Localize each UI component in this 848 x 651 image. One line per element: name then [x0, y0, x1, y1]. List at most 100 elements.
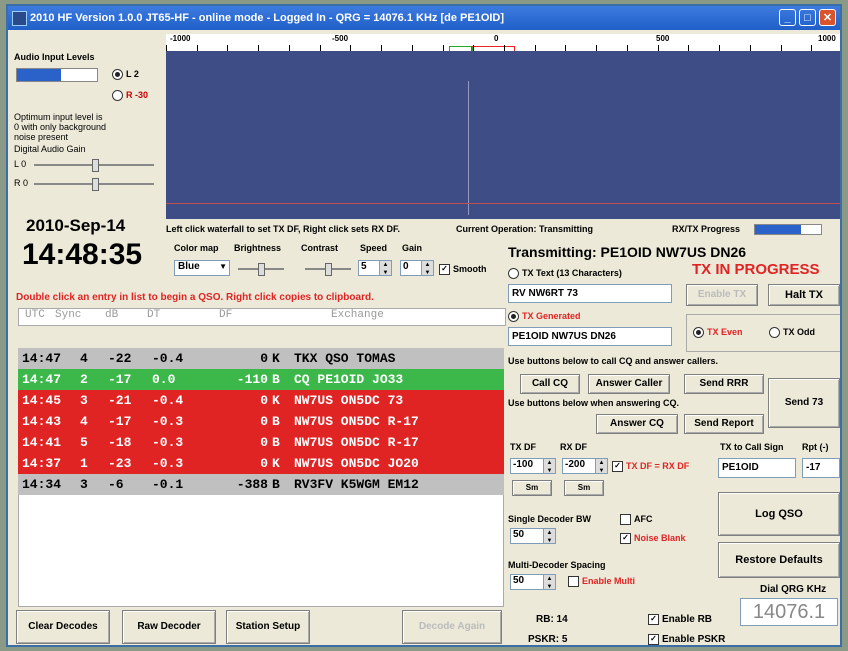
single-bw-spinner[interactable]: 50 ▲ ▼ — [510, 528, 556, 544]
header-exchange: Exchange — [331, 309, 384, 321]
tx-text-radio[interactable]: TX Text (13 Characters) — [508, 268, 622, 280]
tx-even-radio[interactable]: TX Even — [693, 327, 743, 339]
enable-pskr-checkbox[interactable]: ✓ Enable PSKR — [648, 634, 725, 645]
digital-gain-title: Digital Audio Gain — [14, 144, 86, 154]
gain-label: Gain — [402, 243, 423, 253]
decode-row[interactable]: 14:43 4 -17 -0.3 0 B NW7US ON5DC R-17 — [18, 411, 504, 432]
tx-df-spinner[interactable]: -100 ▲ ▼ — [510, 458, 556, 474]
tx-text-input[interactable]: RV NW6RT 73 — [508, 284, 672, 303]
minimize-icon[interactable]: _ — [779, 9, 796, 26]
decode-row[interactable]: 14:45 3 -21 -0.4 0 K NW7US ON5DC 73 — [18, 390, 504, 411]
audio-levels-title: Audio Input Levels — [14, 52, 95, 62]
rx-df-label: RX DF — [560, 442, 587, 452]
decode-cell-db: -21 — [108, 393, 132, 408]
station-setup-button[interactable]: Station Setup — [226, 610, 310, 644]
decode-cell-df: 0 — [260, 435, 268, 450]
gain-left-label: L 0 — [14, 159, 27, 169]
decode-cell-utc: 14:37 — [22, 456, 62, 471]
tx-df-label: TX DF — [510, 442, 536, 452]
decode-cell-dt: -0.4 — [152, 351, 184, 366]
close-icon[interactable]: ✕ — [819, 9, 836, 26]
answer-caller-button[interactable]: Answer Caller — [588, 374, 670, 394]
maximize-icon[interactable]: □ — [799, 9, 816, 26]
tx-df-equals-rx-checkbox[interactable]: ✓ TX DF = RX DF — [612, 461, 689, 473]
decode-cell-exchange: NW7US ON5DC JO20 — [294, 456, 419, 471]
send-73-button[interactable]: Send 73 — [768, 378, 840, 428]
decode-cell-utc: 14:34 — [22, 477, 62, 492]
raw-decoder-button[interactable]: Raw Decoder — [122, 610, 216, 644]
waterfall-display[interactable] — [166, 51, 840, 219]
signal-trace — [468, 81, 469, 215]
halt-tx-button[interactable]: Halt TX — [768, 284, 840, 306]
brightness-slider[interactable] — [238, 263, 284, 276]
waterfall-marker-line — [166, 203, 840, 204]
decode-cell-df: 0 — [260, 456, 268, 471]
df-minus-button[interactable]: Sm — [512, 480, 552, 496]
gain-right-label: R 0 — [14, 178, 29, 188]
contrast-slider[interactable] — [305, 263, 351, 276]
gain-left-slider[interactable] — [34, 159, 154, 172]
audio-level-meter — [16, 68, 98, 82]
decode-again-button[interactable]: Decode Again — [402, 610, 502, 644]
decode-row[interactable]: 14:47 2 -17 0.0 -110 B CQ PE1OID JO33 — [18, 369, 504, 390]
decode-cell-exchange: NW7US ON5DC 73 — [294, 393, 404, 408]
decode-row[interactable]: 14:41 5 -18 -0.3 0 B NW7US ON5DC R-17 — [18, 432, 504, 453]
answer-hint: Use buttons below when answering CQ. — [508, 398, 680, 408]
speed-spinner[interactable]: 5 ▲ ▼ — [358, 260, 392, 276]
smooth-checkbox[interactable]: ✓ Smooth — [439, 264, 487, 276]
decode-row[interactable]: 14:34 3 -6 -0.1 -388 B RV3FV K5WGM EM12 — [18, 474, 504, 495]
decode-cell-df: 0 — [260, 393, 268, 408]
decode-cell-sync: 4 — [80, 351, 88, 366]
dial-qrg-input[interactable]: 14076.1 — [740, 598, 838, 626]
multi-spacing-spinner[interactable]: 50 ▲ ▼ — [510, 574, 556, 590]
decode-cell-dt: -0.3 — [152, 414, 184, 429]
decode-cell-mode: B — [272, 414, 280, 429]
clear-decodes-button[interactable]: Clear Decodes — [16, 610, 110, 644]
gain-spinner[interactable]: 0 ▲ ▼ — [400, 260, 434, 276]
enable-tx-button[interactable]: Enable TX — [686, 284, 758, 306]
report-input[interactable]: -17 — [802, 458, 840, 478]
send-rrr-button[interactable]: Send RRR — [684, 374, 764, 394]
optimum-input-text: Optimum input level is 0 with only backg… — [14, 112, 107, 142]
colormap-select[interactable]: Blue ▼ — [174, 260, 230, 276]
decode-cell-exchange: RV3FV K5WGM EM12 — [294, 477, 419, 492]
tx-generated-radio[interactable]: TX Generated — [508, 311, 581, 323]
time-display: 14:48:35 — [22, 238, 143, 271]
call-cq-button[interactable]: Call CQ — [520, 374, 580, 394]
tx-odd-radio[interactable]: TX Odd — [769, 327, 815, 339]
call-sign-input[interactable]: PE1OID — [718, 458, 796, 478]
enable-rb-checkbox[interactable]: ✓ Enable RB — [648, 614, 712, 625]
send-report-button[interactable]: Send Report — [684, 414, 764, 434]
title-bar[interactable]: 2010 HF Version 1.0.0 JT65-HF - online m… — [8, 6, 840, 30]
progress-fill — [755, 225, 802, 234]
afc-checkbox[interactable]: AFC — [620, 514, 653, 526]
log-qso-button[interactable]: Log QSO — [718, 492, 840, 536]
rx-df-spinner[interactable]: -200 ▲ ▼ — [562, 458, 608, 474]
restore-defaults-button[interactable]: Restore Defaults — [718, 542, 840, 578]
ruler-label: 500 — [656, 34, 670, 43]
decode-cell-db: -17 — [108, 414, 132, 429]
decode-row[interactable]: 14:37 1 -23 -0.3 0 K NW7US ON5DC JO20 — [18, 453, 504, 474]
tx-generated-input[interactable]: PE1OID NW7US DN26 — [508, 327, 672, 346]
enable-multi-checkbox[interactable]: Enable Multi — [568, 576, 635, 588]
df-plus-button[interactable]: Sm — [564, 480, 604, 496]
date-display: 2010-Sep-14 — [26, 216, 126, 235]
decode-cell-df: -388 — [236, 477, 268, 492]
decode-list-empty-area[interactable] — [18, 495, 504, 607]
gain-right-slider[interactable] — [34, 178, 154, 191]
decode-cell-dt: -0.4 — [152, 393, 184, 408]
decode-cell-exchange: NW7US ON5DC R-17 — [294, 435, 419, 450]
colormap-label: Color map — [174, 243, 219, 253]
decode-cell-df: 0 — [260, 351, 268, 366]
answer-cq-button[interactable]: Answer CQ — [596, 414, 678, 434]
decode-cell-utc: 14:45 — [22, 393, 62, 408]
multi-spacing-label: Multi-Decoder Spacing — [508, 560, 606, 570]
decode-cell-exchange: CQ PE1OID JO33 — [294, 372, 404, 387]
decode-row[interactable]: 14:47 4 -22 -0.4 0 K TKX QSO TOMAS — [18, 348, 504, 369]
report-label: Rpt (-) — [802, 442, 829, 452]
decode-cell-mode: B — [272, 477, 280, 492]
audio-right-radio[interactable]: R -30 — [112, 90, 148, 102]
decode-header: UTC Sync dB DT DF Exchange — [18, 308, 506, 326]
noise-blank-checkbox[interactable]: ✓ Noise Blank — [620, 533, 686, 545]
audio-left-radio[interactable]: L 2 — [112, 69, 139, 81]
